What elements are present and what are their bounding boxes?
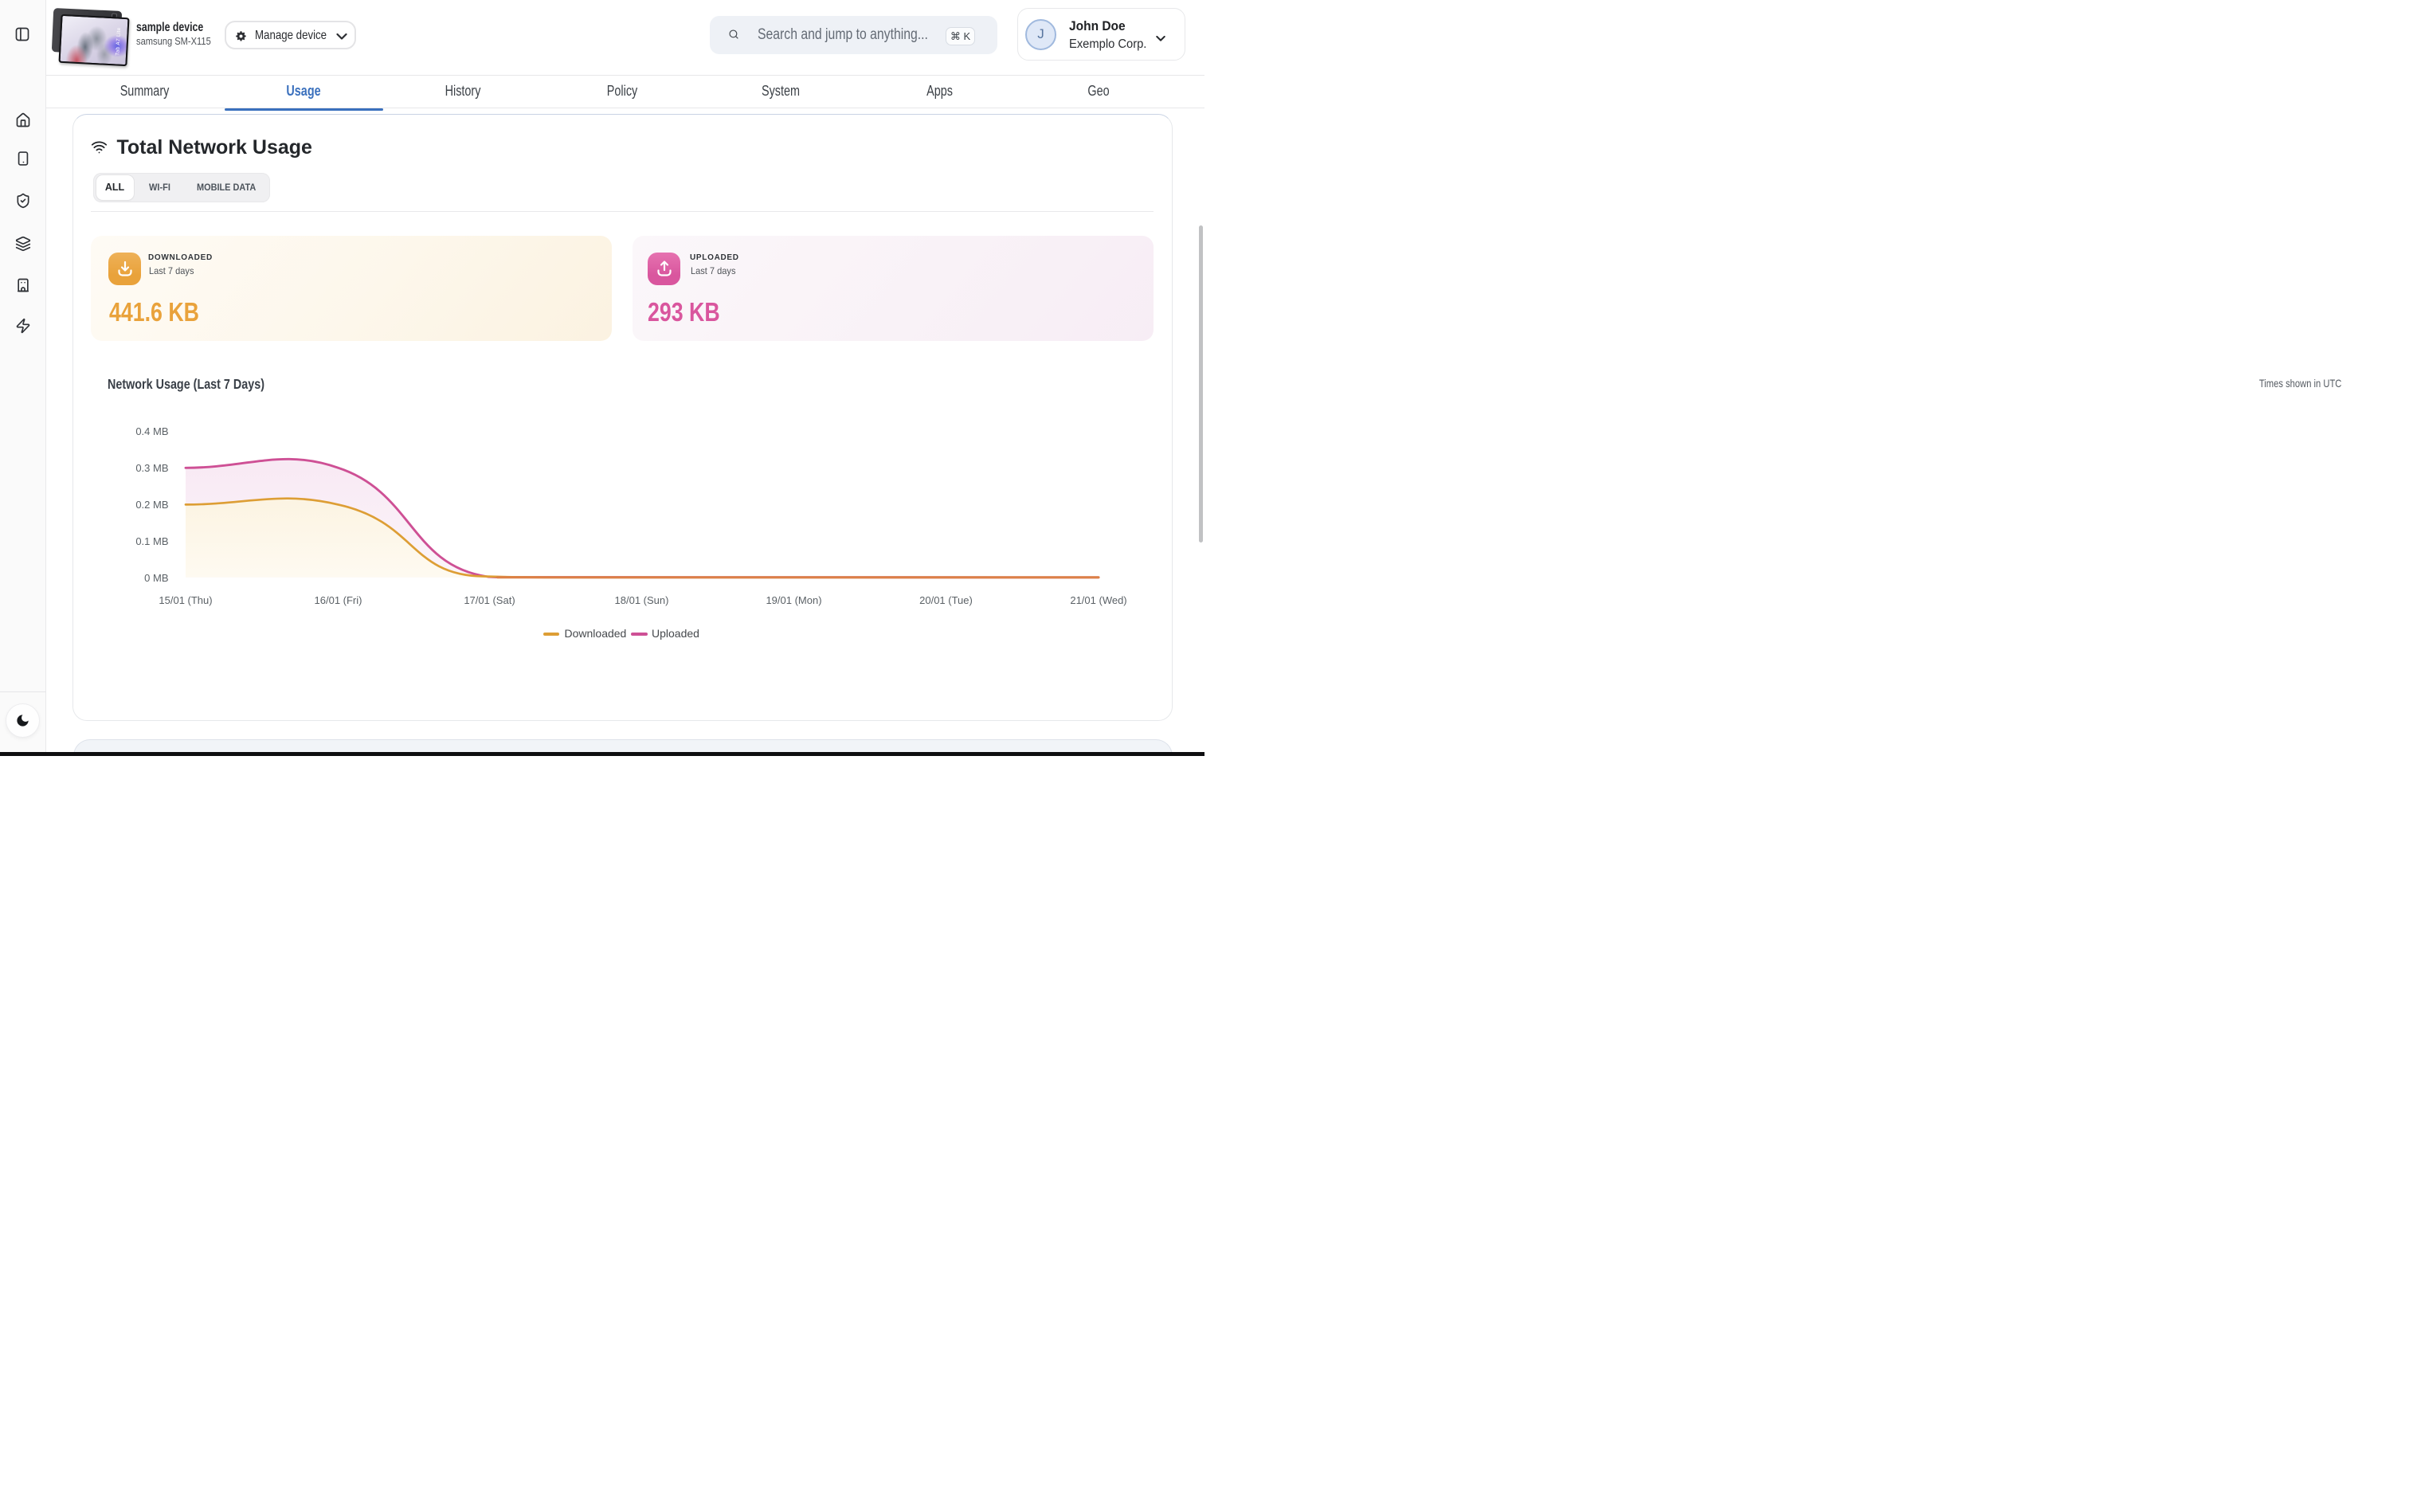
svg-text:21/01 (Wed): 21/01 (Wed) <box>1070 594 1126 606</box>
svg-text:0 MB: 0 MB <box>144 572 168 584</box>
svg-text:17/01 (Sat): 17/01 (Sat) <box>464 594 515 606</box>
svg-text:15/01 (Thu): 15/01 (Thu) <box>159 594 212 606</box>
svg-text:18/01 (Sun): 18/01 (Sun) <box>614 594 668 606</box>
svg-text:19/01 (Mon): 19/01 (Mon) <box>766 594 821 606</box>
svg-text:0.4 MB: 0.4 MB <box>135 425 168 437</box>
svg-text:0.3 MB: 0.3 MB <box>135 462 168 474</box>
svg-text:20/01 (Tue): 20/01 (Tue) <box>919 594 973 606</box>
svg-text:0.2 MB: 0.2 MB <box>135 499 168 511</box>
svg-text:0.1 MB: 0.1 MB <box>135 535 168 547</box>
svg-text:16/01 (Fri): 16/01 (Fri) <box>314 594 362 606</box>
